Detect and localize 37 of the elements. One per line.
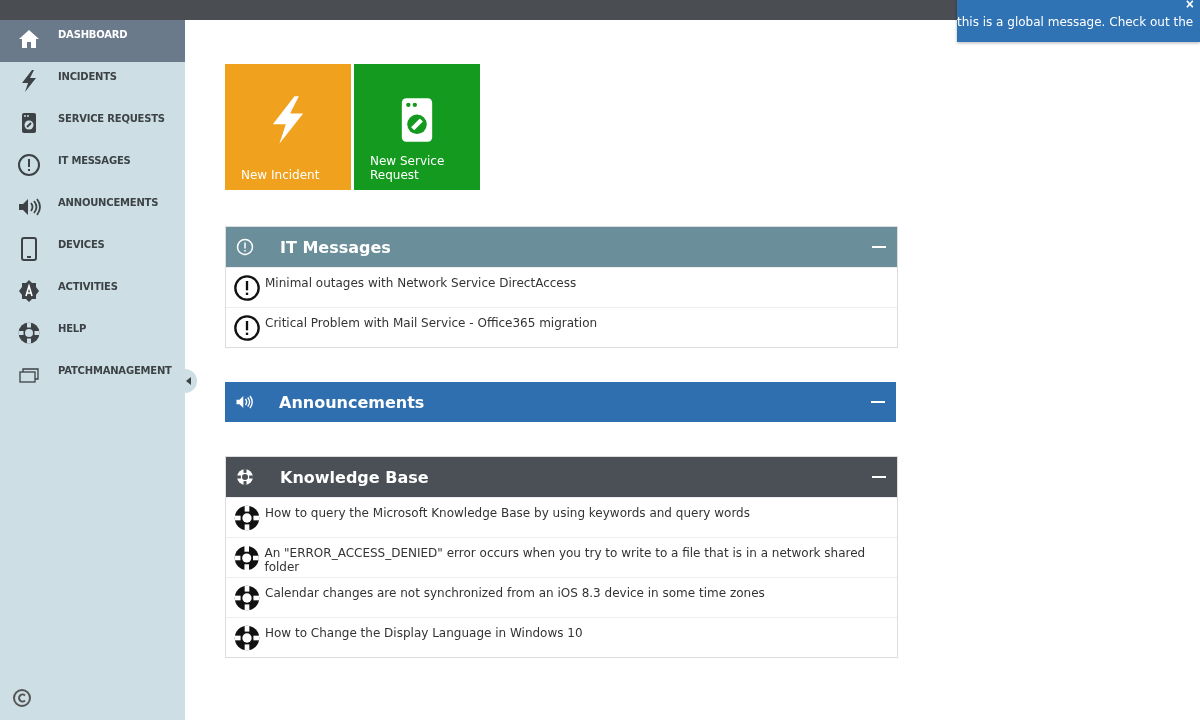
sidebar-item[interactable]: SERVICE REQUESTS [0,104,185,146]
panel-item-link[interactable]: Calendar changes are not synchronized from an iOS 8.3 device in some time zones [265,584,765,600]
lifebuoy-icon [17,321,41,345]
sidebar-item[interactable]: DASHBOARD [0,20,185,62]
speaker-icon [235,393,253,411]
tile-label: New Service Request [370,154,446,182]
close-button[interactable]: × [1185,0,1194,12]
lifebuoy-icon [233,504,261,532]
lifebuoy-icon [233,624,261,652]
exclamation-circle-icon [233,274,261,302]
panel-item-link[interactable]: How to query the Microsoft Knowledge Base by using keywords and query words [265,504,750,520]
lifebuoy-icon [236,468,254,486]
sidebar-item[interactable]: INCIDENTS [0,62,185,104]
home-icon [17,27,41,51]
exclamation-circle-icon [236,238,254,256]
exclamation-circle-icon [17,153,41,177]
panel-title: IT Messages [280,237,392,257]
sidebar-item[interactable]: IT MESSAGES [0,146,185,188]
sidebar-item[interactable]: DEVICES [0,230,185,272]
copyright-icon [12,688,32,708]
panel-item-link[interactable]: Minimal outages with Network Service DirectAccess [265,274,577,290]
panel-title: Knowledge Base [280,467,430,487]
tile-label: New Incident [241,168,321,182]
panel-title: Announcements [279,392,426,412]
sidebar-item[interactable]: PATCHMANAGEMENT [0,356,185,398]
panel-item-link[interactable]: An "ERROR_ACCESS_DENIED" error occurs when you try to write to a file that is in a network shared folder [264,544,891,574]
toast-message: this is a global message. Check out the [957,15,1194,29]
gear-icon [17,279,41,303]
sidebar-item[interactable]: ACTIVITIES [0,272,185,314]
sidebar-item[interactable]: ANNOUNCEMENTS [0,188,185,230]
sidebar-item[interactable]: HELP [0,314,185,356]
exclamation-circle-icon [233,314,261,342]
lifebuoy-icon [233,544,261,572]
panel-item-link[interactable]: Critical Problem with Mail Service - Office365 migration [265,314,598,330]
panel-item-link[interactable]: How to Change the Display Language in Windows 10 [265,624,583,640]
tile-button[interactable]: New Service Request [354,64,480,190]
lifebuoy-icon [233,584,261,612]
